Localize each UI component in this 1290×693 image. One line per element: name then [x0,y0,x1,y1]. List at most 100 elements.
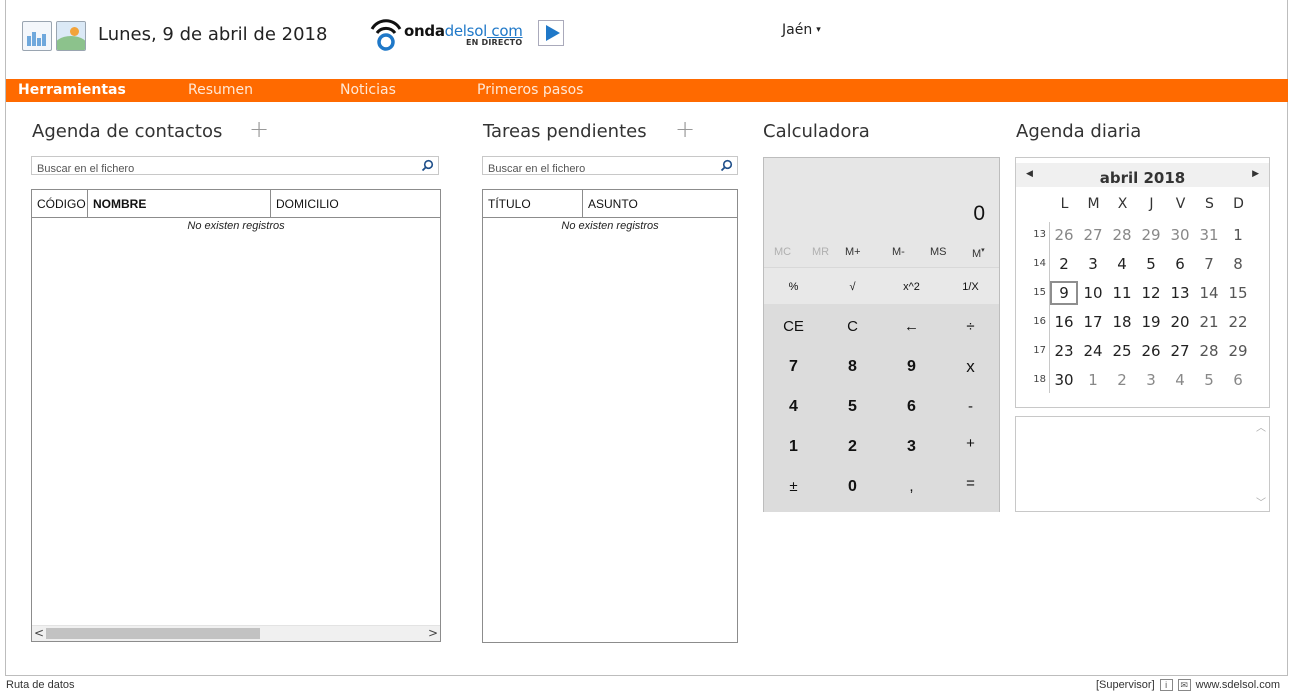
calendar-day[interactable]: 15 [1224,281,1252,305]
calendar-day[interactable]: 3 [1079,252,1107,276]
clear-button[interactable]: C [823,307,882,346]
image-app-icon[interactable] [56,21,86,51]
next-month-icon[interactable]: ▶ [1252,169,1259,179]
calendar-day[interactable]: 4 [1108,252,1136,276]
calendar-day[interactable]: 28 [1108,223,1136,247]
calendar-day[interactable]: 2 [1108,368,1136,392]
column-nombre[interactable]: NOMBRE [88,190,271,217]
calendar-day[interactable]: 14 [1195,281,1223,305]
mail-icon[interactable]: ✉ [1177,679,1191,691]
multiply-button[interactable]: x [941,347,1000,386]
calendar-day[interactable]: 21 [1195,310,1223,334]
scroll-right-icon[interactable]: > [426,626,440,641]
calendar-day[interactable]: 26 [1050,223,1078,247]
tab-primeros-pasos[interactable]: Primeros pasos [477,82,583,98]
calendar-day[interactable]: 26 [1137,339,1165,363]
tab-noticias[interactable]: Noticias [340,82,396,98]
calendar-day[interactable]: 30 [1166,223,1194,247]
digit-0-button[interactable]: 0 [823,467,882,506]
tasks-search-input[interactable] [483,160,737,178]
calendar-day[interactable]: 27 [1079,223,1107,247]
calendar-day[interactable]: 3 [1137,368,1165,392]
tab-herramientas[interactable]: Herramientas [18,82,126,98]
calendar-day[interactable]: 10 [1079,281,1107,305]
scroll-down-icon[interactable]: ﹀ [1253,494,1269,509]
calendar-day[interactable]: 2 [1050,252,1078,276]
calendar-day[interactable]: 11 [1108,281,1136,305]
calendar-day[interactable]: 9 [1050,281,1078,305]
memory-list-button[interactable]: M▾ [972,246,985,260]
calendar-day[interactable]: 1 [1079,368,1107,392]
clear-entry-button[interactable]: CE [764,307,823,346]
agenda-notes[interactable]: ︿ ﹀ [1015,416,1270,512]
contacts-horizontal-scrollbar[interactable]: < > [32,625,440,641]
percent-button[interactable]: % [764,268,823,305]
negate-button[interactable]: ± [764,467,823,506]
digit-7-button[interactable]: 7 [764,347,823,386]
search-icon[interactable] [421,159,434,172]
info-icon[interactable]: i [1159,679,1173,691]
calendar-day[interactable]: 30 [1050,368,1078,392]
calendar-app-icon[interactable] [22,21,52,51]
memory-recall-button[interactable]: MR [812,246,829,258]
equals-button[interactable]: = [941,464,1000,503]
memory-clear-button[interactable]: MC [774,246,791,258]
add-contact-button[interactable]: + [249,115,269,143]
calendar-day[interactable]: 13 [1166,281,1194,305]
calendar-day[interactable]: 20 [1166,310,1194,334]
calendar-day[interactable]: 28 [1195,339,1223,363]
calendar-day[interactable]: 31 [1195,223,1223,247]
calendar-day[interactable]: 12 [1137,281,1165,305]
memory-add-button[interactable]: M+ [845,246,861,258]
calendar-day[interactable]: 25 [1108,339,1136,363]
square-root-button[interactable]: √ [823,268,882,305]
reciprocal-button[interactable]: 1/X [941,268,1000,305]
decimal-button[interactable]: , [882,467,941,506]
calendar-day[interactable]: 16 [1050,310,1078,334]
scroll-up-icon[interactable]: ︿ [1253,419,1269,434]
calendar-day[interactable]: 17 [1079,310,1107,334]
calendar-day[interactable]: 23 [1050,339,1078,363]
location-dropdown[interactable]: Jaén ▾ [782,22,821,38]
digit-8-button[interactable]: 8 [823,347,882,386]
calendar-day[interactable]: 24 [1079,339,1107,363]
backspace-button[interactable]: ← [882,307,941,346]
add-task-button[interactable]: + [675,115,695,143]
column-titulo[interactable]: TÍTULO [483,190,583,217]
search-icon[interactable] [720,159,733,172]
calendar-day[interactable]: 29 [1137,223,1165,247]
scroll-thumb[interactable] [46,628,260,639]
scroll-left-icon[interactable]: < [32,626,46,641]
calendar-day[interactable]: 6 [1224,368,1252,392]
calendar-day[interactable]: 1 [1224,223,1252,247]
calendar-day[interactable]: 8 [1224,252,1252,276]
digit-9-button[interactable]: 9 [882,347,941,386]
contacts-search-input[interactable] [32,160,438,178]
play-radio-button[interactable] [538,20,564,46]
digit-6-button[interactable]: 6 [882,387,941,426]
calendar-day[interactable]: 6 [1166,252,1194,276]
add-button[interactable]: + [941,424,1000,463]
website-link[interactable]: www.sdelsol.com [1196,679,1280,691]
divide-button[interactable]: ÷ [941,307,1000,346]
column-domicilio[interactable]: DOMICILIO [271,190,440,217]
tab-resumen[interactable]: Resumen [188,82,253,98]
notes-vertical-scrollbar[interactable]: ︿ ﹀ [1253,417,1269,511]
memory-subtract-button[interactable]: M- [892,246,905,258]
calendar-day[interactable]: 27 [1166,339,1194,363]
calendar-day[interactable]: 5 [1137,252,1165,276]
radio-signal-icon[interactable] [366,17,406,51]
memory-store-button[interactable]: MS [930,246,947,258]
digit-3-button[interactable]: 3 [882,427,941,466]
subtract-button[interactable]: - [941,387,1000,426]
square-button[interactable]: x^2 [882,268,941,305]
calendar-day[interactable]: 18 [1108,310,1136,334]
calendar-day[interactable]: 5 [1195,368,1223,392]
calendar-day[interactable]: 22 [1224,310,1252,334]
calendar-day[interactable]: 7 [1195,252,1223,276]
column-asunto[interactable]: ASUNTO [583,190,737,217]
digit-5-button[interactable]: 5 [823,387,882,426]
calendar-day[interactable]: 4 [1166,368,1194,392]
calendar-day[interactable]: 19 [1137,310,1165,334]
digit-1-button[interactable]: 1 [764,427,823,466]
